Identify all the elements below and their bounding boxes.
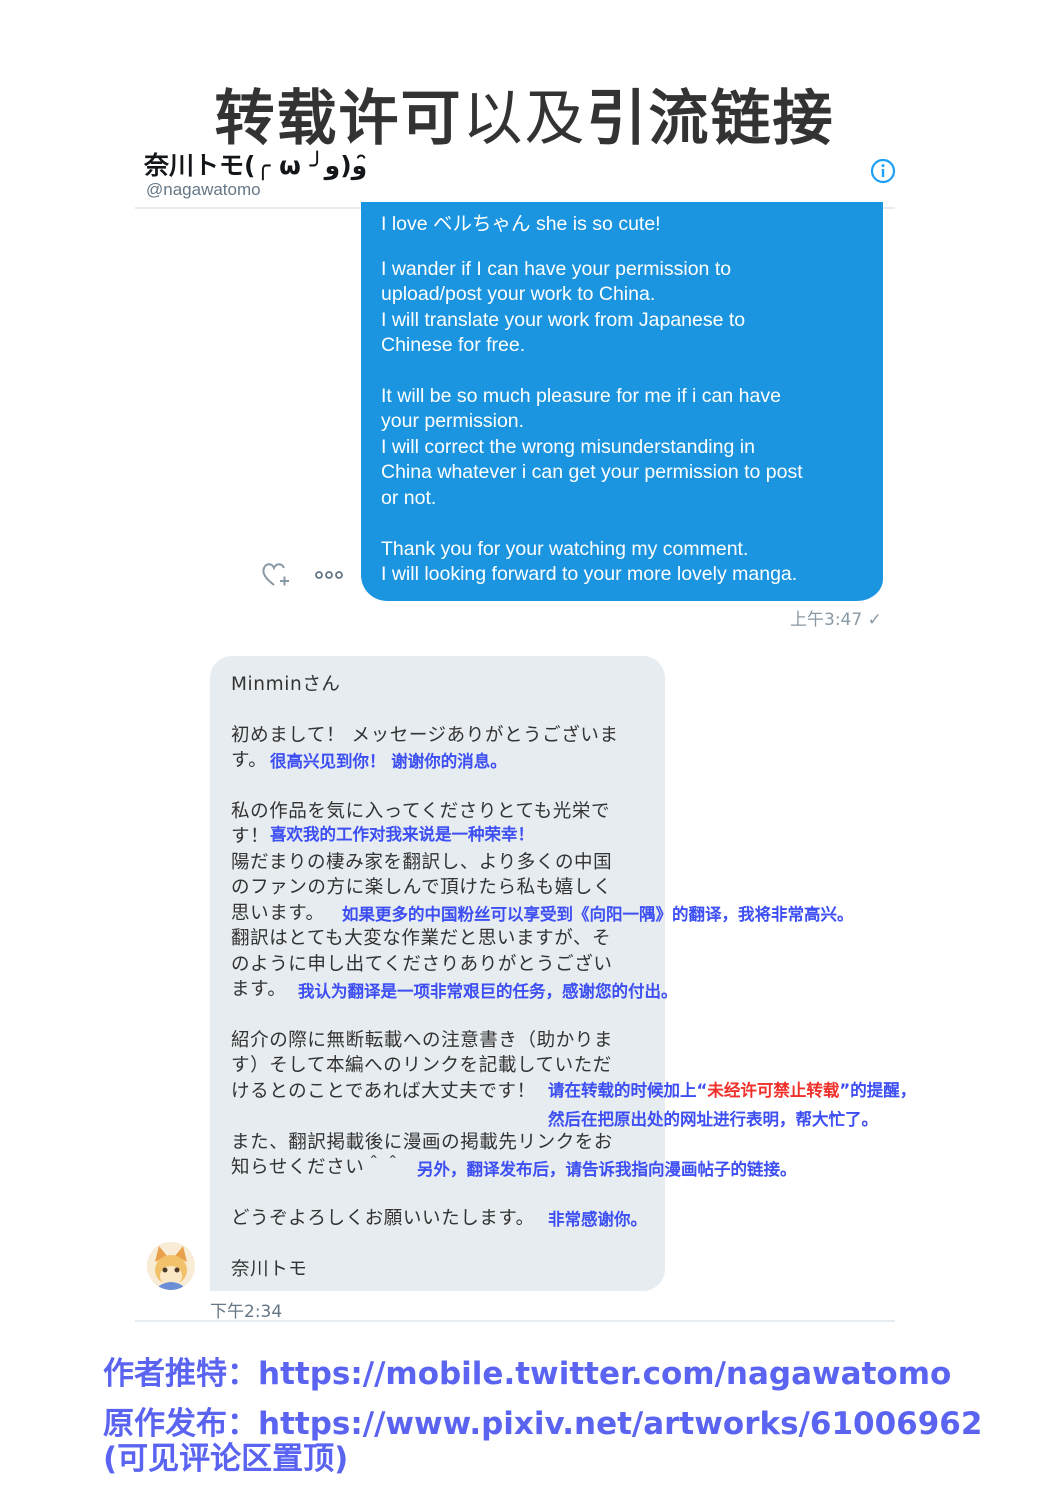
sent-line-9: China whatever i can get your permission… [381,461,803,483]
cn-note-8: 非常感谢你。 [548,1210,647,1229]
jp-line-10: のように申し出てくださりありがとうござい [231,954,613,975]
profile-display-name[interactable]: 奈川トモ(╭ ω ╯و)و ̑̑ [144,146,376,182]
cn-note-1: 很高兴见到你！ 谢谢你的消息。 [270,752,507,771]
heart-plus-icon[interactable] [261,561,291,589]
received-timestamp: 下午2:34 [210,1302,283,1322]
cn-note-5-part-b: ”的提醒， [839,1081,917,1100]
cn-note-3: 如果更多的中国粉丝可以享受到《向阳一隅》的翻译，我将非常高兴。 [342,905,854,924]
footer-divider [135,1320,895,1322]
title-part-b: 引流链接 [586,84,835,154]
sent-line-3: upload/post your work to China. [381,283,656,305]
jp-line-5: す！ [231,826,270,847]
profile-handle[interactable]: @nagawatomo [146,180,261,200]
sent-line-5: Chinese for free. [381,334,526,356]
jp-line-1: Minminさん [231,674,341,695]
jp-line-13: す）そして本編へのリンクを記載していただ [231,1055,612,1076]
title-part-light: 以及 [462,84,587,154]
page-title: 转载许可以及引流链接 [0,70,1049,157]
sent-line-8: I will correct the wrong misunderstandin… [381,436,755,458]
sent-line-7: your permission. [381,410,525,432]
cn-note-5: 请在转载的时候加上“未经许可禁止转载”的提醒， [548,1077,916,1101]
cn-note-6: 然后在把原出处的网址进行表明，帮大忙了。 [548,1110,878,1129]
jp-line-18: 奈川トモ [231,1259,308,1280]
jp-line-7: のファンの方に楽しんで頂けたら私も嬉しく [231,877,613,898]
title-part-a: 转载许可 [214,84,463,154]
jp-line-4: 私の作品を気に入ってくださりとても光栄で [231,801,611,822]
sent-line-10: or not. [381,487,437,509]
jp-line-12: 紹介の際に無断転載への注意書き（助かりま [231,1030,614,1051]
jp-line-14: けるとのことであれば大丈夫です！ [231,1081,536,1102]
pixiv-note: (可见评论区置顶) [103,1441,349,1477]
jp-line-6: 陽だまりの棲み家を翻訳し、より多くの中国 [231,852,613,873]
cn-note-5-warning: 未经许可禁止转载 [707,1081,840,1100]
jp-line-11: ます。 [231,979,287,1000]
jp-line-3: す。 [231,750,268,771]
cn-note-7: 另外，翻译发布后，请告诉我指向漫画帖子的链接。 [417,1160,797,1179]
sent-line-6: It will be so much pleasure for me if i … [381,385,781,407]
jp-line-16: 知らせください＾＾ [231,1157,403,1178]
jp-line-15: また、翻訳掲載後に漫画の掲載先リンクをお [231,1132,614,1153]
info-icon[interactable] [870,158,896,184]
sent-line-12: I will looking forward to your more love… [381,563,798,585]
more-icon[interactable] [315,569,343,581]
sent-line-2: I wander if I can have your permission t… [381,258,732,280]
cn-note-4: 我认为翻译是一项非常艰巨的任务，感谢您的付出。 [298,982,678,1001]
jp-line-8: 思います。 [231,903,325,924]
sent-line-1: I love ベルちゃん she is so cute! [381,213,661,235]
avatar[interactable] [147,1242,195,1290]
jp-line-9: 翻訳はとても大変な作業だと思いますが、そ [231,928,612,949]
author-twitter-link[interactable]: 作者推特：https://mobile.twitter.com/nagawato… [103,1348,951,1393]
jp-line-2: 初めまして！ メッセージありがとうございま [231,725,619,746]
sent-timestamp: 上午3:47 ✓ [790,610,882,630]
sent-line-11: Thank you for your watching my comment. [381,538,749,560]
cn-note-2: 喜欢我的工作对我来说是一种荣幸！ [270,825,534,844]
avatar-image [147,1242,195,1290]
cn-note-5-part-a: 请在转载的时候加上“ [548,1081,708,1100]
sent-line-4: I will translate your work from Japanese… [381,309,746,331]
jp-line-17: どうぞよろしくお願いいたします。 [231,1208,535,1229]
